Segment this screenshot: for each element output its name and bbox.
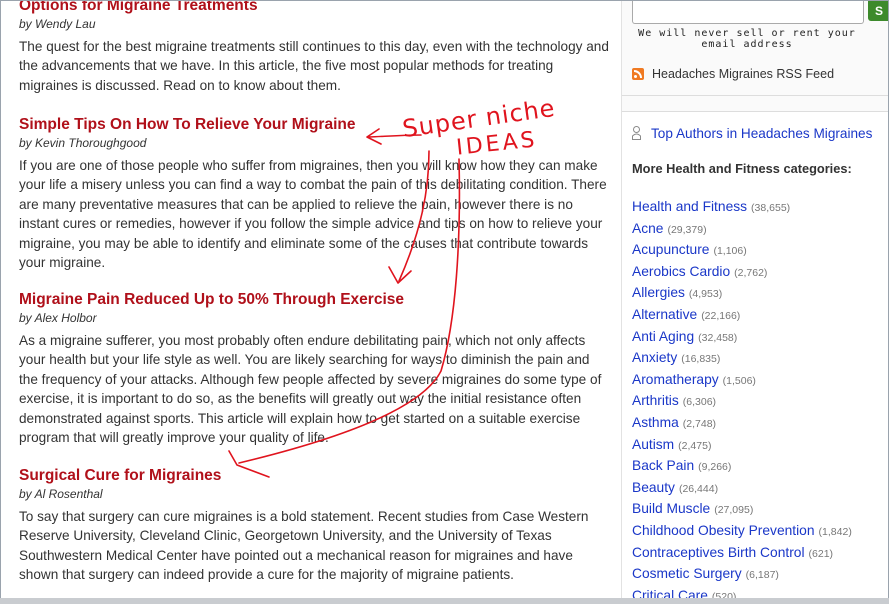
window-bottom-edge (0, 598, 889, 604)
article-item: Migraine Pain Reduced Up to 50% Through … (19, 290, 609, 447)
category-item: Cosmetic Surgery (6,187) (632, 564, 852, 586)
category-link[interactable]: Acne (632, 221, 663, 236)
category-list: Health and Fitness (38,655) Acne (29,379) Ac… (632, 197, 852, 603)
article-author: by Alex Holbor (19, 311, 97, 325)
category-item: Allergies (4,953) (632, 283, 852, 305)
article-author: by Al Rosenthal (19, 487, 103, 501)
category-link[interactable]: Anxiety (632, 350, 677, 365)
article-title-link[interactable]: Simple Tips On How To Relieve Your Migra… (19, 115, 609, 134)
category-item: Acupuncture (1,106) (632, 240, 852, 262)
category-count: (27,095) (714, 504, 754, 517)
category-item: Health and Fitness (38,655) (632, 197, 852, 219)
category-item: Acne (29,379) (632, 219, 852, 241)
category-link[interactable]: Cosmetic Surgery (632, 566, 742, 581)
category-item: Build Muscle (27,095) (632, 499, 852, 521)
category-link[interactable]: Contraceptives Birth Control (632, 545, 805, 560)
top-authors-link[interactable]: Top Authors in Headaches Migraines (632, 126, 872, 141)
category-item: Aromatherapy (1,506) (632, 370, 852, 392)
category-count: (2,475) (678, 439, 712, 452)
category-item: Alternative (22,166) (632, 305, 852, 327)
category-link[interactable]: Autism (632, 437, 674, 452)
category-count: (1,506) (722, 374, 756, 387)
category-item: Back Pain (9,266) (632, 456, 852, 478)
sidebar: S We will never sell or rent your email … (622, 1, 888, 603)
category-item: Anti Aging (32,458) (632, 327, 852, 349)
article-summary: The quest for the best migraine treatmen… (19, 39, 609, 93)
article-summary: As a migraine sufferer, you most probabl… (19, 333, 602, 446)
category-count: (621) (808, 547, 834, 560)
category-item: Anxiety (16,835) (632, 348, 852, 370)
article-summary: To say that surgery can cure migraines i… (19, 509, 589, 583)
category-link[interactable]: Aromatherapy (632, 372, 719, 387)
rss-icon (632, 68, 644, 80)
category-link[interactable]: Back Pain (632, 458, 694, 473)
article-item: Surgical Cure for Migraines by Al Rosent… (19, 466, 609, 585)
subscribe-button[interactable]: S (868, 1, 888, 21)
article-title-link[interactable]: Options for Migraine Treatments (19, 1, 609, 15)
category-link[interactable]: Aerobics Cardio (632, 264, 730, 279)
category-count: (16,835) (681, 353, 721, 366)
category-count: (6,306) (682, 396, 717, 409)
category-link[interactable]: Arthritis (632, 393, 679, 408)
sidebar-separator (622, 95, 888, 96)
category-count: (29,379) (667, 223, 707, 236)
category-count: (1,842) (818, 525, 852, 538)
category-link[interactable]: Beauty (632, 480, 675, 495)
category-item: Arthritis (6,306) (632, 391, 852, 413)
article-summary: If you are one of those people who suffe… (19, 158, 607, 271)
article-title-link[interactable]: Migraine Pain Reduced Up to 50% Through … (19, 290, 609, 309)
top-authors-label: Top Authors in Headaches Migraines (651, 126, 873, 141)
article-author: by Wendy Lau (19, 17, 96, 31)
article-item: Options for Migraine Treatments by Wendy… (19, 1, 609, 95)
category-count: (6,187) (745, 569, 779, 582)
category-count: (22,166) (701, 309, 741, 322)
rss-feed-label: Headaches Migraines RSS Feed (652, 67, 835, 81)
category-item: Autism (2,475) (632, 435, 852, 457)
category-link[interactable]: Asthma (632, 415, 679, 430)
category-link[interactable]: Acupuncture (632, 242, 709, 257)
browser-frame: Options for Migraine Treatments by Wendy… (0, 0, 889, 604)
category-count: (9,266) (698, 461, 732, 474)
category-count: (2,748) (682, 417, 717, 430)
category-item: Asthma (2,748) (632, 413, 852, 435)
article-item: Simple Tips On How To Relieve Your Migra… (19, 115, 609, 272)
category-link[interactable]: Allergies (632, 285, 685, 300)
category-link[interactable]: Health and Fitness (632, 199, 747, 214)
email-input[interactable] (632, 1, 864, 24)
category-item: Contraceptives Birth Control (621) (632, 543, 852, 565)
category-link[interactable]: Anti Aging (632, 329, 694, 344)
category-item: Beauty (26,444) (632, 478, 852, 500)
rss-feed-link[interactable]: Headaches Migraines RSS Feed (632, 67, 834, 81)
category-count: (1,106) (713, 245, 747, 258)
category-link[interactable]: Build Muscle (632, 501, 710, 516)
category-count: (26,444) (678, 482, 719, 495)
category-count: (2,762) (734, 266, 768, 279)
category-link[interactable]: Childhood Obesity Prevention (632, 523, 815, 538)
category-count: (32,458) (698, 331, 738, 344)
email-privacy-note: We will never sell or rent your email ad… (638, 28, 856, 50)
category-count: (38,655) (751, 202, 791, 214)
category-link[interactable]: Alternative (632, 307, 697, 322)
category-count: (4,953) (688, 288, 723, 301)
article-title-link[interactable]: Surgical Cure for Migraines (19, 466, 609, 485)
category-item: Aerobics Cardio (2,762) (632, 262, 852, 284)
more-categories-heading: More Health and Fitness categories: (632, 161, 852, 176)
article-author: by Kevin Thoroughgood (19, 136, 147, 150)
person-icon (632, 126, 641, 140)
category-item: Childhood Obesity Prevention (1,842) (632, 521, 852, 543)
